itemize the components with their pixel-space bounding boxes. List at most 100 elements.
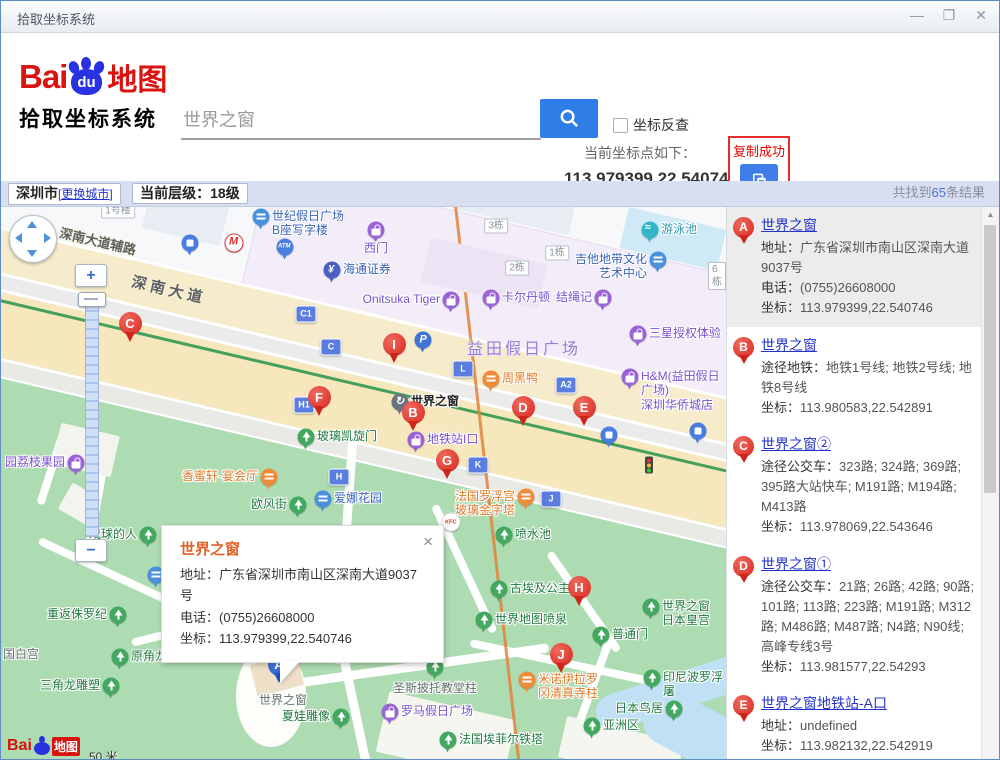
- result-detail-line: 坐标：113.978069,22.543646: [761, 519, 933, 535]
- window-title: 拾取坐标系统: [17, 12, 96, 27]
- sidebar-scrollbar[interactable]: ▲: [981, 207, 999, 759]
- food-icon: [518, 671, 536, 693]
- pan-up-arrow-icon[interactable]: [27, 221, 37, 228]
- search-button[interactable]: [540, 99, 598, 138]
- food-icon: [482, 370, 500, 392]
- poi-label: 海通证券: [343, 262, 392, 276]
- poi-label: 三角龙雕塑: [39, 678, 100, 692]
- result-detail-line: 地址：undefined: [761, 718, 858, 734]
- zoom-in-button[interactable]: +: [75, 264, 107, 287]
- logo-bai-text: Bai: [19, 58, 68, 95]
- map-text-label: 国白宫: [3, 647, 40, 661]
- result-title-link[interactable]: 世界之窗: [761, 335, 817, 355]
- map-marker-G[interactable]: G: [435, 449, 459, 479]
- tree-icon: [332, 708, 350, 730]
- result-title-link[interactable]: 世界之窗①: [761, 554, 831, 574]
- map-marker-F[interactable]: F: [307, 386, 331, 416]
- scrollbar-thumb[interactable]: [984, 225, 996, 493]
- result-marker-pin: B: [731, 335, 757, 418]
- shopping-icon: [482, 289, 500, 311]
- result-title-link[interactable]: 世界之窗地铁站-A口: [761, 693, 887, 713]
- metro-logo-icon: [224, 233, 244, 253]
- change-city-link[interactable]: [更换城市]: [58, 187, 113, 201]
- result-detail-line: 坐标：113.979399,22.540746: [761, 300, 933, 316]
- popup-coord-line: 坐标：113.979399,22.540746: [180, 631, 352, 647]
- map-info-popup: × 世界之窗 地址：广东省深圳市南山区深南大道9037号 电话：(0755)26…: [161, 525, 444, 683]
- poi-label: 法国埃菲尔铁塔: [459, 732, 544, 746]
- coord-reverse-label: 坐标反查: [633, 117, 689, 133]
- map-building-label: 2栋: [505, 260, 529, 276]
- tree-icon: [592, 626, 610, 648]
- minimize-icon[interactable]: —: [909, 7, 925, 24]
- zoom-slider-track[interactable]: [85, 293, 99, 537]
- search-input[interactable]: [181, 99, 541, 140]
- result-title-link[interactable]: 世界之窗②: [761, 434, 831, 454]
- city-name: 深圳市: [16, 185, 58, 201]
- result-title-link[interactable]: 世界之窗: [761, 215, 817, 235]
- coord-reverse-checkbox[interactable]: [613, 117, 628, 133]
- tree-icon: [109, 606, 127, 628]
- poi-label: 罗马假日广场: [401, 704, 474, 718]
- pan-right-arrow-icon[interactable]: [44, 233, 51, 243]
- result-detail-line: 途径地铁：地铁1号线; 地铁2号线; 地铁8号线: [761, 359, 972, 395]
- map-canvas[interactable]: 世纪假日广场 B座写字楼西门海通证券 Onitsuka Tiger 卡尔丹顿结绳记 吉…: [1, 207, 726, 760]
- map-pan-control[interactable]: [9, 215, 57, 263]
- poi-label: 普通门: [612, 627, 649, 641]
- result-marker-pin: E: [731, 693, 757, 756]
- zoom-slider-thumb[interactable]: [78, 292, 106, 307]
- map-building-label: 6栋: [708, 262, 726, 290]
- tree-icon: [297, 428, 315, 450]
- result-marker-pin: D: [731, 554, 757, 678]
- map-road-label: 深南大道: [129, 273, 208, 308]
- scrollbar-up-arrow-icon[interactable]: ▲: [982, 207, 999, 223]
- poi-label: 卡尔丹顿: [502, 290, 551, 304]
- tree-icon: [139, 526, 157, 548]
- close-icon[interactable]: ✕: [973, 7, 989, 24]
- copy-status-text: 复制成功: [732, 144, 785, 159]
- poi-label: 世界之窗 日本皇宫: [662, 599, 711, 628]
- map-mall-label: 益田假日广场: [467, 341, 582, 358]
- map-road-label: 深南大道辅路: [58, 225, 138, 258]
- main-content: 世纪假日广场 B座写字楼西门海通证券 Onitsuka Tiger 卡尔丹顿结绳记 吉…: [1, 207, 999, 760]
- map-marker-I[interactable]: I: [382, 333, 406, 363]
- poi-label: 游泳池: [661, 222, 698, 236]
- map-marker-J[interactable]: J: [549, 643, 573, 673]
- zoom-out-button[interactable]: −: [75, 539, 107, 562]
- tree-icon: [475, 611, 493, 633]
- poi-label: 园荔枝果园: [4, 455, 65, 469]
- transit-entrance-icon: [181, 234, 199, 256]
- poi-label: Onitsuka Tiger: [362, 292, 440, 306]
- map-marker-B[interactable]: B: [401, 401, 425, 431]
- tree-icon: [642, 598, 660, 620]
- map-marker-E[interactable]: E: [572, 396, 596, 426]
- tree-icon: [643, 669, 661, 691]
- pan-left-arrow-icon[interactable]: [15, 233, 22, 243]
- popup-title: 世界之窗: [180, 541, 241, 558]
- result-detail-line: 坐标：113.980583,22.542891: [761, 399, 933, 415]
- maximize-icon[interactable]: ❐: [941, 7, 957, 24]
- map-marker-D[interactable]: D: [511, 396, 535, 426]
- subway-exit-icon: J: [540, 490, 562, 508]
- info-icon: [649, 251, 667, 273]
- tree-icon: [102, 677, 120, 699]
- poi-label: 重返侏罗纪: [46, 607, 107, 621]
- map-marker-H[interactable]: H: [567, 576, 591, 606]
- shopping-icon: [367, 221, 385, 243]
- result-detail-line: 途径公交车：21路; 26路; 42路; 90路; 101路; 113路; 22…: [761, 578, 975, 654]
- poi-label: 米诺伊拉罗 冈清真寺柱: [538, 672, 599, 701]
- poi-label: 周黑鸭: [502, 371, 539, 385]
- food-icon: [517, 488, 535, 510]
- map-scale-text: 50 米: [89, 750, 118, 760]
- result-detail-line: 坐标：113.982132,22.542919: [761, 738, 933, 754]
- poi-label: 欧风街: [250, 497, 287, 511]
- pan-down-arrow-icon[interactable]: [27, 250, 37, 257]
- map-marker-C[interactable]: C: [118, 312, 142, 342]
- map-building-label: 3栋: [484, 218, 508, 234]
- popup-close-icon[interactable]: ×: [423, 532, 433, 552]
- logo-du-text: du: [77, 74, 96, 91]
- logo-subtitle: 拾取坐标系统: [19, 108, 157, 131]
- subway-exit-icon: H: [328, 468, 350, 486]
- subway-exit-icon: C1: [295, 305, 317, 323]
- transit-entrance-icon: [689, 422, 707, 444]
- tree-icon: [495, 526, 513, 548]
